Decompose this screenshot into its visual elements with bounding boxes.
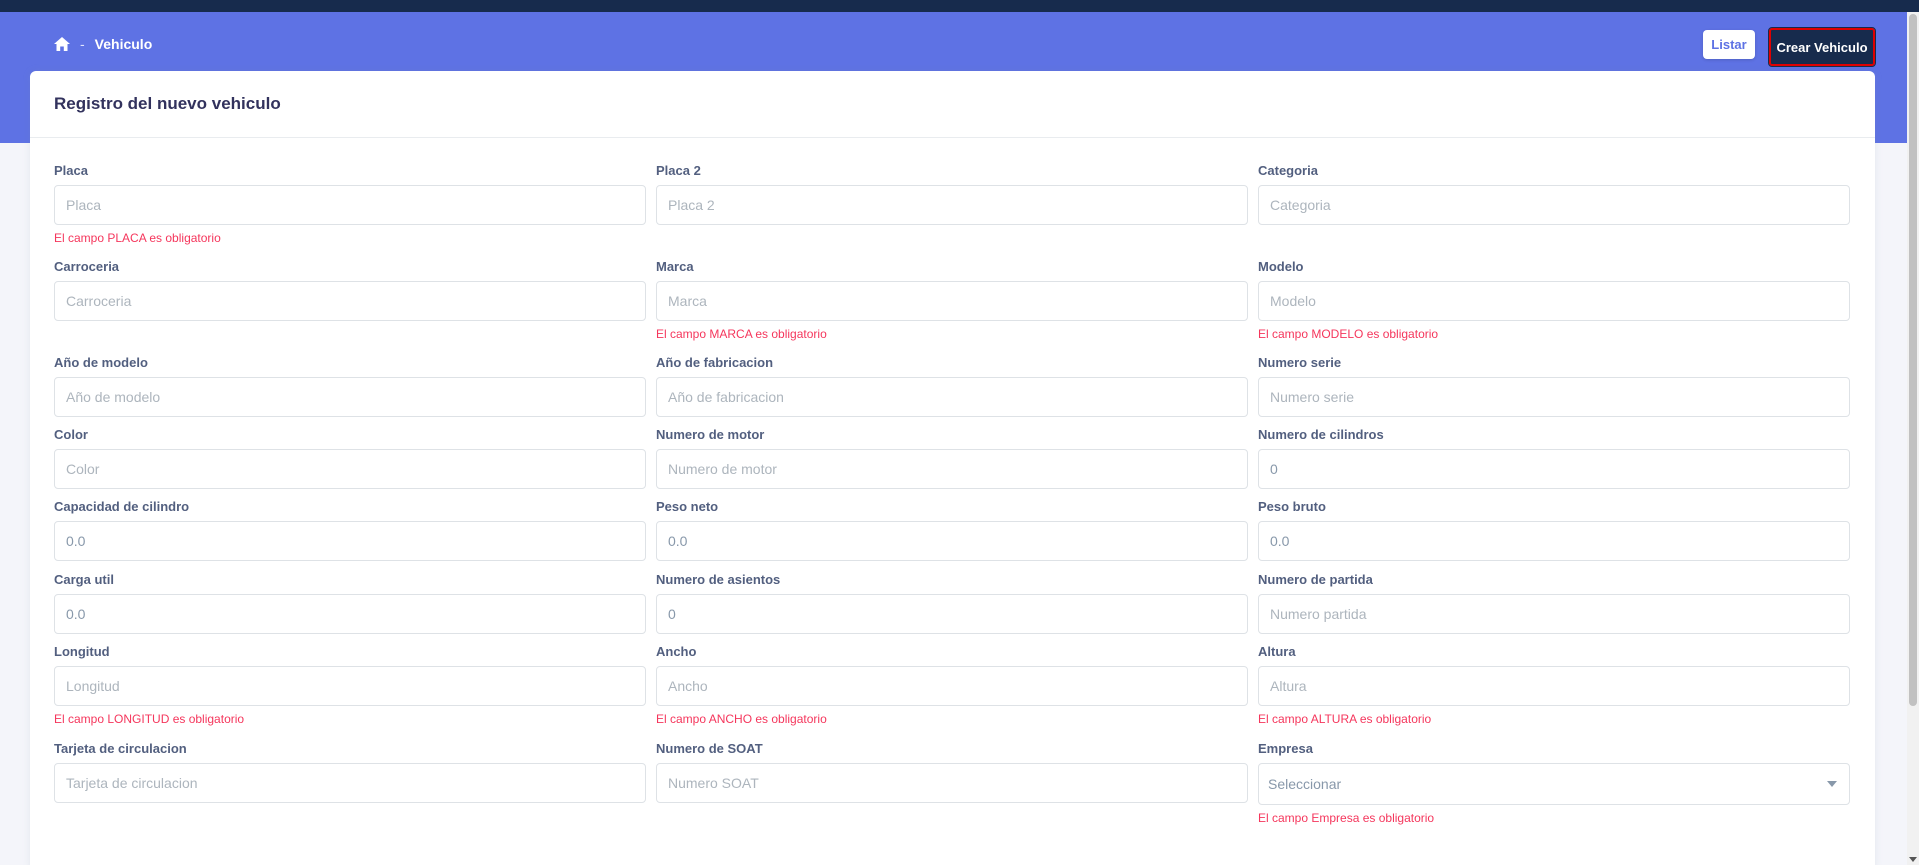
color-label: Color — [54, 427, 88, 442]
crear-vehiculo-button[interactable]: Crear Vehiculo — [1768, 27, 1876, 67]
field-peso-neto: Peso neto — [656, 499, 1248, 561]
anio-modelo-label: Año de modelo — [54, 355, 148, 370]
peso-bruto-input[interactable] — [1258, 521, 1850, 561]
anio-modelo-input[interactable] — [54, 377, 646, 417]
peso-neto-input[interactable] — [656, 521, 1248, 561]
peso-bruto-label: Peso bruto — [1258, 499, 1326, 514]
peso-neto-label: Peso neto — [656, 499, 719, 514]
field-categoria: Categoria — [1258, 163, 1850, 225]
field-placa: Placa El campo PLACA es obligatorio — [54, 163, 646, 245]
numero-cilindros-label: Numero de cilindros — [1258, 427, 1384, 442]
field-carroceria: Carroceria — [54, 259, 646, 321]
field-placa2: Placa 2 — [656, 163, 1248, 225]
scroll-down-arrow-icon[interactable] — [1909, 857, 1917, 862]
card-title: Registro del nuevo vehiculo — [54, 94, 281, 113]
numero-motor-label: Numero de motor — [656, 427, 765, 442]
card-header: Registro del nuevo vehiculo — [30, 71, 1875, 138]
numero-serie-input[interactable] — [1258, 377, 1850, 417]
scrollbar-thumb[interactable] — [1909, 14, 1917, 706]
modelo-label: Modelo — [1258, 259, 1304, 274]
breadcrumb-separator: - — [80, 36, 85, 52]
carga-util-label: Carga util — [54, 572, 114, 587]
categoria-label: Categoria — [1258, 163, 1318, 178]
marca-input[interactable] — [656, 281, 1248, 321]
field-altura: Altura El campo ALTURA es obligatorio — [1258, 644, 1850, 726]
placa2-label: Placa 2 — [656, 163, 701, 178]
numero-soat-label: Numero de SOAT — [656, 741, 763, 756]
placa-error: El campo PLACA es obligatorio — [54, 231, 221, 245]
numero-motor-input[interactable] — [656, 449, 1248, 489]
ancho-error: El campo ANCHO es obligatorio — [656, 712, 827, 726]
top-bar — [0, 0, 1919, 12]
capacidad-cilindro-label: Capacidad de cilindro — [54, 499, 190, 514]
field-anio-fabricacion: Año de fabricacion — [656, 355, 1248, 417]
marca-error: El campo MARCA es obligatorio — [656, 327, 827, 341]
field-peso-bruto: Peso bruto — [1258, 499, 1850, 561]
categoria-input[interactable] — [1258, 185, 1850, 225]
modelo-input[interactable] — [1258, 281, 1850, 321]
altura-error: El campo ALTURA es obligatorio — [1258, 712, 1432, 726]
placa2-input[interactable] — [656, 185, 1248, 225]
vehicle-form-card: Registro del nuevo vehiculo Placa El cam… — [30, 71, 1875, 865]
field-numero-partida: Numero de partida — [1258, 572, 1850, 634]
tarjeta-circulacion-input[interactable] — [54, 763, 646, 803]
longitud-input[interactable] — [54, 666, 646, 706]
field-numero-serie: Numero serie — [1258, 355, 1850, 417]
empresa-error: El campo Empresa es obligatorio — [1258, 811, 1435, 825]
field-numero-soat: Numero de SOAT — [656, 741, 1248, 803]
ancho-input[interactable] — [656, 666, 1248, 706]
numero-asientos-input[interactable] — [656, 594, 1248, 634]
longitud-error: El campo LONGITUD es obligatorio — [54, 712, 245, 726]
altura-input[interactable] — [1258, 666, 1850, 706]
field-tarjeta-circulacion: Tarjeta de circulacion — [54, 741, 646, 803]
marca-label: Marca — [656, 259, 694, 274]
numero-partida-input[interactable] — [1258, 594, 1850, 634]
breadcrumb-current: Vehiculo — [94, 36, 153, 52]
numero-cilindros-input[interactable] — [1258, 449, 1850, 489]
empresa-label: Empresa — [1258, 741, 1313, 756]
carga-util-input[interactable] — [54, 594, 646, 634]
field-color: Color — [54, 427, 646, 489]
page-scrollbar[interactable] — [1907, 12, 1919, 865]
anio-fabricacion-input[interactable] — [656, 377, 1248, 417]
placa-input[interactable] — [54, 185, 646, 225]
modelo-error: El campo MODELO es obligatorio — [1258, 327, 1439, 341]
field-carga-util: Carga util — [54, 572, 646, 634]
field-ancho: Ancho El campo ANCHO es obligatorio — [656, 644, 1248, 726]
chevron-down-icon — [1827, 781, 1837, 787]
tarjeta-circulacion-label: Tarjeta de circulacion — [54, 741, 187, 756]
field-numero-motor: Numero de motor — [656, 427, 1248, 489]
field-longitud: Longitud El campo LONGITUD es obligatori… — [54, 644, 646, 726]
color-input[interactable] — [54, 449, 646, 489]
field-empresa: Empresa Seleccionar El campo Empresa es … — [1258, 741, 1850, 825]
field-capacidad-cilindro: Capacidad de cilindro — [54, 499, 646, 561]
altura-label: Altura — [1258, 644, 1296, 659]
empresa-selected-value: Seleccionar — [1268, 776, 1342, 792]
empresa-select[interactable]: Seleccionar — [1258, 763, 1850, 805]
numero-asientos-label: Numero de asientos — [656, 572, 781, 587]
home-icon[interactable] — [54, 37, 70, 51]
numero-serie-label: Numero serie — [1258, 355, 1342, 370]
anio-fabricacion-label: Año de fabricacion — [656, 355, 774, 370]
longitud-label: Longitud — [54, 644, 110, 659]
field-numero-cilindros: Numero de cilindros — [1258, 427, 1850, 489]
numero-soat-input[interactable] — [656, 763, 1248, 803]
ancho-label: Ancho — [656, 644, 697, 659]
field-anio-modelo: Año de modelo — [54, 355, 646, 417]
field-marca: Marca El campo MARCA es obligatorio — [656, 259, 1248, 341]
breadcrumb: - Vehiculo — [54, 36, 152, 52]
field-modelo: Modelo El campo MODELO es obligatorio — [1258, 259, 1850, 341]
placa-label: Placa — [54, 163, 88, 178]
carroceria-label: Carroceria — [54, 259, 120, 274]
field-numero-asientos: Numero de asientos — [656, 572, 1248, 634]
listar-button[interactable]: Listar — [1703, 30, 1755, 59]
capacidad-cilindro-input[interactable] — [54, 521, 646, 561]
carroceria-input[interactable] — [54, 281, 646, 321]
numero-partida-label: Numero de partida — [1258, 572, 1373, 587]
